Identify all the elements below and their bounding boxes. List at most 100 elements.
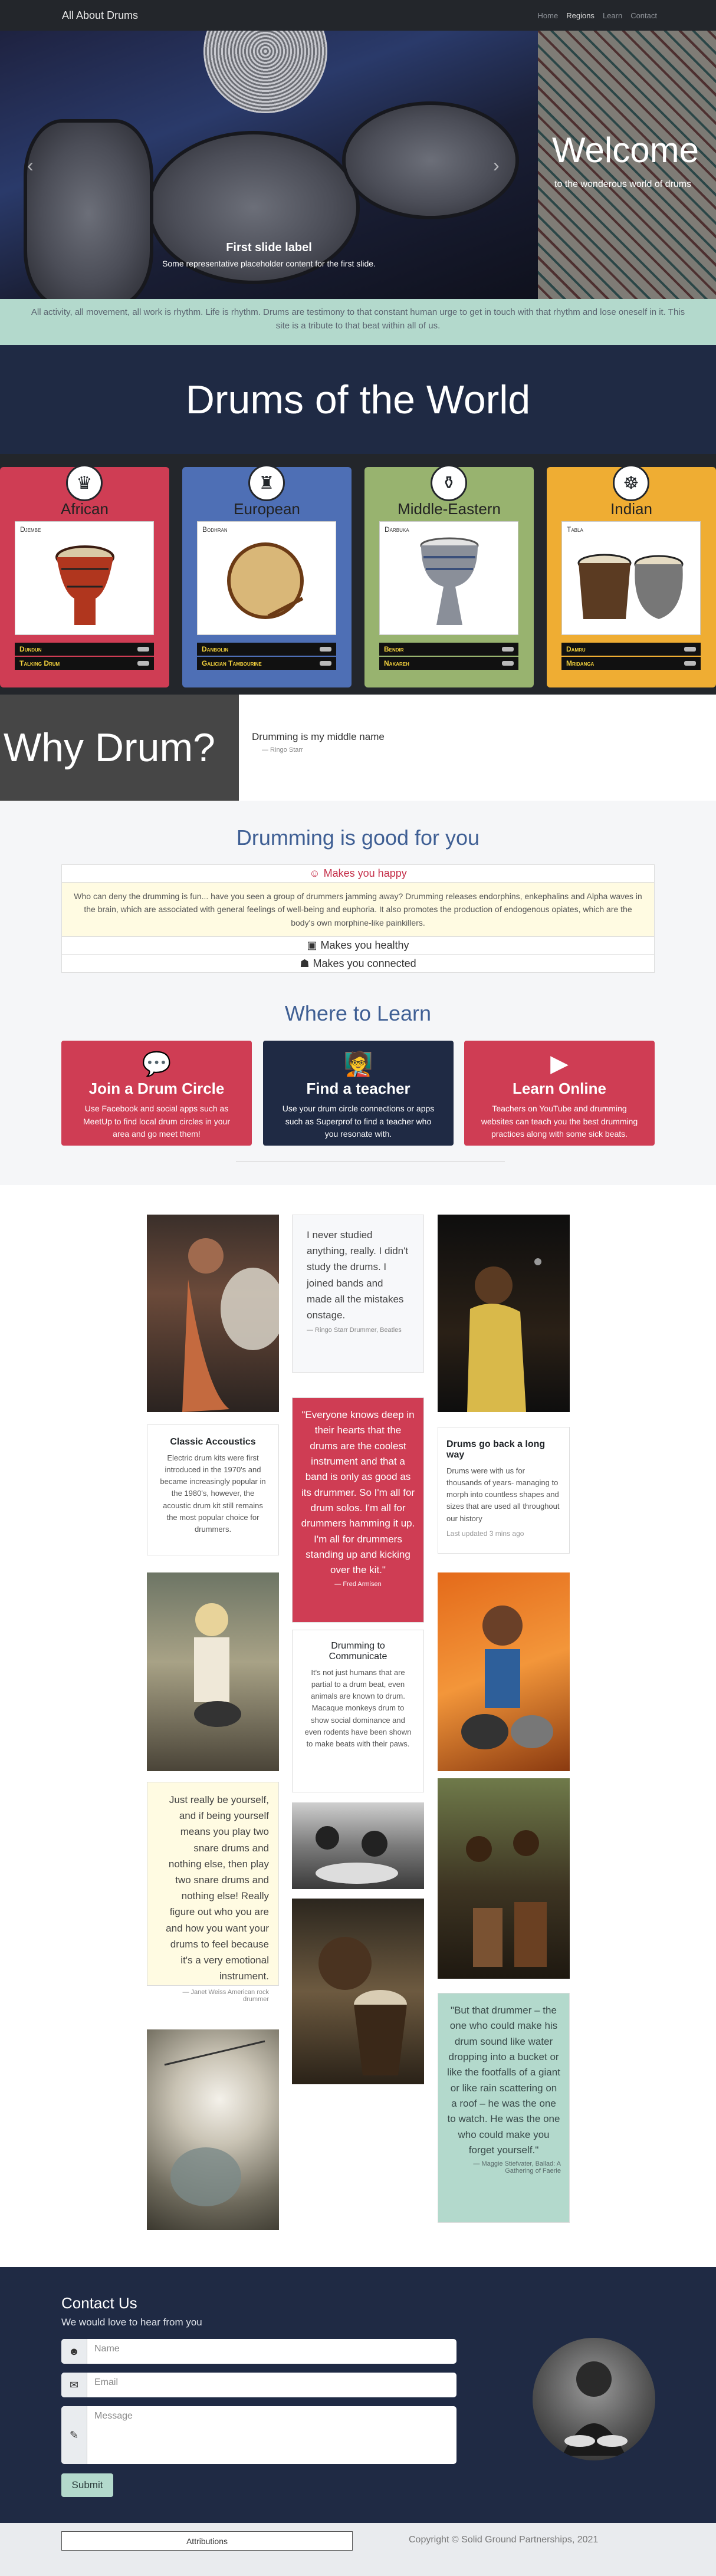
region-image: Darbuka bbox=[379, 521, 518, 635]
drummer-photo-sunlit bbox=[147, 2029, 279, 2230]
region-row[interactable]: Nakareh bbox=[379, 657, 518, 670]
region-row[interactable]: Bendir bbox=[379, 643, 518, 656]
drum-label: Bodhran bbox=[202, 525, 228, 534]
contact-title: Contact Us bbox=[61, 2294, 137, 2312]
row-label: Talking Drum bbox=[19, 659, 60, 667]
why-drum-section: Why Drum? Drumming is my middle name — R… bbox=[0, 695, 716, 801]
card-title: Drumming to Communicate bbox=[329, 1641, 387, 1662]
message-textarea[interactable]: Message bbox=[87, 2406, 456, 2464]
navbar: All About Drums Home Regions Learn Conta… bbox=[0, 0, 716, 31]
footer: Attributions Copyright © Solid Ground Pa… bbox=[0, 2523, 716, 2576]
quote-fred-armisen: "Everyone knows deep in their hearts tha… bbox=[292, 1397, 424, 1623]
region-title: Indian bbox=[610, 500, 652, 518]
region-row[interactable]: Damru bbox=[561, 643, 701, 656]
drum-thumb-icon bbox=[320, 661, 331, 666]
region-card-african[interactable]: ♛ African Djembe Dundun Talking Drum bbox=[0, 465, 169, 687]
accordion-header-happy[interactable]: ☺ Makes you happy bbox=[62, 865, 654, 883]
learn-card-title: Learn Online bbox=[513, 1080, 606, 1097]
row-label: Danbolin bbox=[202, 645, 229, 653]
card-drumming-communicate: Drumming to Communicate It's not just hu… bbox=[292, 1630, 424, 1792]
accordion-body: Who can deny the drumming is fun... have… bbox=[62, 883, 654, 937]
masonry-grid: Classic Accoustics Electric drum kits we… bbox=[0, 1185, 716, 2267]
region-card-middle-eastern[interactable]: ⚱ Middle-Eastern Darbuka Bendir Nakareh bbox=[364, 465, 534, 687]
region-row[interactable]: Danbolin bbox=[197, 643, 336, 656]
tabla-drum-image-2 bbox=[342, 101, 519, 219]
region-card-indian[interactable]: ☸ Indian Tabla Damru Mridanga bbox=[547, 465, 716, 687]
drums-band: Drums of the World bbox=[0, 345, 716, 454]
region-card-european[interactable]: ♜ European Bodhran Danbolin Galician Tam… bbox=[182, 465, 352, 687]
row-label: Mridanga bbox=[566, 659, 595, 667]
region-row[interactable]: Talking Drum bbox=[15, 657, 154, 670]
learn-card-online[interactable]: ▶ Learn Online Teachers on YouTube and d… bbox=[464, 1041, 655, 1146]
learn-card-title: Join a Drum Circle bbox=[88, 1080, 225, 1097]
quote-text: "Everyone knows deep in their hearts tha… bbox=[301, 1409, 415, 1576]
drum-thumb-icon bbox=[137, 661, 149, 666]
welcome-title: Welcome bbox=[552, 130, 699, 170]
quote-text: I never studied anything, really. I didn… bbox=[307, 1229, 409, 1321]
region-title: Middle-Eastern bbox=[398, 500, 501, 518]
health-icon: ▣ bbox=[307, 939, 317, 952]
region-row[interactable]: Galician Tambourine bbox=[197, 657, 336, 670]
email-field[interactable]: ✉ Email bbox=[61, 2373, 456, 2397]
learn-card-text: Use Facebook and social apps such as Mee… bbox=[83, 1104, 230, 1139]
region-cards: ♛ African Djembe Dundun Talking Drum ♜ E… bbox=[0, 454, 716, 695]
african-mask-icon: ♛ bbox=[66, 465, 103, 501]
welcome-subtitle: to the wonderous world of drums bbox=[554, 179, 692, 189]
row-label: Nakareh bbox=[384, 659, 409, 667]
region-row[interactable]: Dundun bbox=[15, 643, 154, 656]
row-label: Damru bbox=[566, 645, 586, 653]
brand-link[interactable]: All About Drums bbox=[62, 9, 138, 22]
envelope-icon: ✉ bbox=[61, 2373, 87, 2397]
card-title: Drums go back a long way bbox=[446, 1439, 546, 1460]
tabla-image bbox=[577, 554, 684, 619]
microphone-image bbox=[203, 31, 327, 113]
attributions-button[interactable]: Attributions bbox=[61, 2531, 353, 2551]
nav-link-learn[interactable]: Learn bbox=[603, 11, 622, 20]
drum-label: Tabla bbox=[567, 525, 583, 534]
quote-janet-weiss: Just really be yourself, and if being yo… bbox=[147, 1782, 279, 2003]
quote-text: "But that drummer – the one who could ma… bbox=[447, 2005, 560, 2156]
learn-card-teacher[interactable]: 🧑‍🏫 Find a teacher Use your drum circle … bbox=[263, 1041, 454, 1146]
drummer-photo-street-woman bbox=[147, 1572, 279, 1771]
nav-link-home[interactable]: Home bbox=[538, 11, 559, 20]
intro-text: All activity, all movement, all work is … bbox=[0, 299, 716, 345]
drummer-photo-smiling-woman bbox=[292, 1899, 424, 2084]
message-field[interactable]: ✎ Message bbox=[61, 2406, 456, 2464]
accordion-label: Makes you healthy bbox=[320, 939, 409, 952]
why-quote-source: — Ringo Starr bbox=[262, 746, 303, 754]
quote-text: Just really be yourself, and if being yo… bbox=[166, 1794, 269, 1982]
accordion-header-healthy[interactable]: ▣ Makes you healthy bbox=[62, 937, 654, 955]
learn-card-text: Teachers on YouTube and drumming website… bbox=[481, 1104, 638, 1139]
accordion-header-connected[interactable]: ☗ Makes you connected bbox=[62, 955, 654, 972]
drum-thumb-icon bbox=[320, 647, 331, 652]
darbuka-image bbox=[420, 537, 479, 625]
card-updated: Last updated 3 mins ago bbox=[446, 1529, 524, 1538]
carousel-prev-icon[interactable]: ‹ bbox=[27, 154, 34, 176]
drummers-photo-tribe bbox=[438, 1778, 570, 1979]
youtube-icon: ▶ bbox=[550, 1051, 569, 1077]
quote-maggie-stiefvater: "But that drummer – the one who could ma… bbox=[438, 1993, 570, 2223]
region-image: Tabla bbox=[561, 521, 701, 635]
carousel-next-icon[interactable]: › bbox=[493, 154, 500, 176]
drum-label: Darbuka bbox=[385, 525, 409, 534]
copyright-text: Copyright © Solid Ground Partnerships, 2… bbox=[409, 2535, 599, 2545]
submit-button[interactable]: Submit bbox=[61, 2473, 113, 2497]
djembe-image bbox=[55, 545, 114, 625]
nav-link-contact[interactable]: Contact bbox=[630, 11, 657, 20]
learn-card-drum-circle[interactable]: 💬 Join a Drum Circle Use Facebook and so… bbox=[61, 1041, 252, 1146]
contact-subtitle: We would love to hear from you bbox=[61, 2317, 202, 2328]
name-field[interactable]: ☻ Name bbox=[61, 2339, 456, 2364]
drum-thumb-icon bbox=[502, 661, 514, 666]
drummer-portrait bbox=[533, 2338, 655, 2460]
name-input[interactable]: Name bbox=[87, 2339, 456, 2364]
welcome-panel: Welcome to the wonderous world of drums bbox=[538, 31, 716, 299]
carousel-caption-text: Some representative placeholder content … bbox=[162, 259, 376, 268]
nav-link-regions[interactable]: Regions bbox=[566, 11, 595, 20]
card-long-way: Drums go back a long way Drums were with… bbox=[438, 1427, 570, 1554]
email-input[interactable]: Email bbox=[87, 2373, 456, 2397]
bodhran-image bbox=[227, 542, 304, 619]
hero-carousel: ‹ › First slide label Some representativ… bbox=[0, 31, 538, 299]
person-icon: ☻ bbox=[61, 2339, 87, 2364]
quote-cite: — Janet Weiss American rock drummer bbox=[182, 1989, 269, 2003]
region-row[interactable]: Mridanga bbox=[561, 657, 701, 670]
